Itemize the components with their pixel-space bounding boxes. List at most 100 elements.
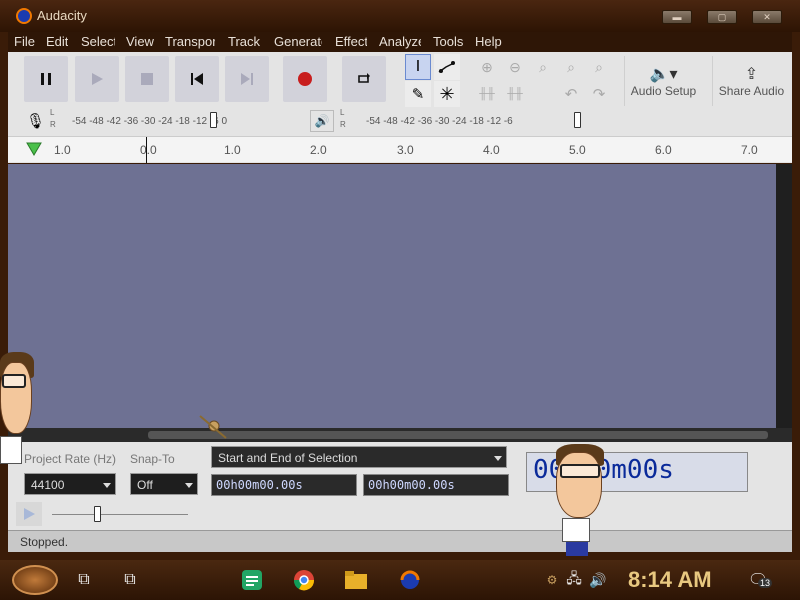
- undo-button[interactable]: ↶: [558, 81, 584, 107]
- speaker-icon: 🔈▾: [649, 66, 678, 83]
- multi-tool[interactable]: ✳: [434, 81, 460, 107]
- virtual-desktop-button[interactable]: ⧉: [118, 568, 142, 592]
- close-button[interactable]: ✕: [752, 10, 782, 24]
- scroll-thumb[interactable]: [148, 431, 768, 439]
- network-button[interactable]: 🖧: [562, 568, 586, 592]
- menu-file[interactable]: File: [14, 34, 42, 49]
- pause-icon: [41, 73, 51, 85]
- menu-analyze[interactable]: Analyze: [379, 34, 421, 49]
- volume-button[interactable]: 🔊: [586, 568, 610, 592]
- audacity-logo-icon: [16, 8, 32, 24]
- speaker-icon: 🔊: [314, 114, 330, 128]
- snap-to-select[interactable]: Off: [130, 473, 198, 495]
- horizontal-scrollbar[interactable]: [8, 428, 792, 442]
- title-bar: Audacity ▬ ▢ ✕: [0, 0, 800, 32]
- task-view-icon: ⧉: [78, 571, 90, 588]
- tick-label: 2.0: [310, 143, 327, 157]
- menu-generate[interactable]: Generate: [274, 34, 322, 49]
- maximize-button[interactable]: ▢: [707, 10, 737, 24]
- snap-to-label: Snap-To: [130, 452, 175, 466]
- skip-start-button[interactable]: [175, 56, 219, 102]
- play-at-speed-button[interactable]: [16, 502, 42, 526]
- file-explorer-button[interactable]: [344, 568, 368, 592]
- selection-start-time[interactable]: 00h00m00.00s: [211, 474, 357, 496]
- system-clock[interactable]: 8:14 AM: [628, 567, 712, 593]
- sheets-icon: [242, 570, 262, 590]
- menu-edit[interactable]: Edit: [46, 34, 68, 49]
- zoom-in-icon: ⊕: [481, 58, 493, 75]
- selection-tool[interactable]: I: [405, 54, 431, 80]
- zoom-out-button[interactable]: ⊖: [502, 54, 528, 80]
- zoom-in-button[interactable]: ⊕: [474, 54, 500, 80]
- task-view-button[interactable]: ⧉: [72, 568, 96, 592]
- menu-view[interactable]: View: [126, 34, 156, 49]
- desktop-icon: ⧉: [124, 571, 136, 588]
- menu-effect[interactable]: Effect: [335, 34, 367, 49]
- selection-mode-value: Start and End of Selection: [218, 451, 358, 465]
- snap-to-value: Off: [137, 478, 153, 492]
- skip-end-button[interactable]: [225, 56, 269, 102]
- tick-label: 4.0: [483, 143, 500, 157]
- playback-meter-button[interactable]: 🔊: [310, 110, 334, 132]
- zoom-toggle-icon: ⌕: [595, 58, 603, 75]
- stop-button[interactable]: [125, 56, 169, 102]
- timeline-ruler[interactable]: 1.0 0.0 1.0 2.0 3.0 4.0 5.0 6.0 7.0: [8, 136, 792, 163]
- vertical-scrollbar[interactable]: [776, 164, 792, 430]
- menu-track[interactable]: Track: [228, 34, 268, 49]
- sheets-app-button[interactable]: [240, 568, 264, 592]
- menu-help[interactable]: Help: [475, 34, 515, 49]
- menu-bar: File Edit Select View Transport Track Ge…: [8, 32, 792, 52]
- redo-button[interactable]: ↷: [586, 81, 612, 107]
- selection-end-time[interactable]: 00h00m00.00s: [363, 474, 509, 496]
- minimize-button[interactable]: ▬: [662, 10, 692, 24]
- fit-project-icon: ⌕: [567, 58, 575, 75]
- play-icon: [92, 73, 103, 85]
- menu-transport[interactable]: Transport: [165, 34, 215, 49]
- audio-setup-button[interactable]: 🔈▾ Audio Setup: [624, 56, 702, 106]
- tick-label: 7.0: [741, 143, 758, 157]
- volume-icon: 🔊: [589, 571, 607, 588]
- playback-speed-slider[interactable]: [94, 506, 101, 522]
- microphone-icon[interactable]: 🎙: [26, 112, 45, 130]
- draw-tool[interactable]: ✎: [405, 81, 431, 107]
- audacity-logo-icon: [400, 570, 420, 589]
- toolbar-panel: I ✎ ✳ ⊕ ⊖ ⌕ ⌕ ⌕ ╫╫ ╫╫ ↶ ↷ 🔈▾ Audio Setup…: [8, 52, 792, 163]
- record-button[interactable]: [283, 56, 327, 102]
- notification-button[interactable]: 🗨 13: [746, 568, 773, 592]
- pause-button[interactable]: [24, 56, 68, 102]
- share-audio-button[interactable]: ⇪ Share Audio: [712, 56, 790, 106]
- play-button[interactable]: [75, 56, 119, 102]
- chrome-icon: [293, 570, 315, 591]
- track-panel[interactable]: [8, 164, 776, 428]
- play-meter-right-label: R: [340, 120, 346, 129]
- menu-tools[interactable]: Tools: [433, 34, 465, 49]
- selection-mode-select[interactable]: Start and End of Selection: [211, 446, 507, 468]
- envelope-tool[interactable]: [434, 54, 460, 80]
- record-volume-slider[interactable]: [210, 112, 217, 128]
- loop-button[interactable]: [342, 56, 386, 102]
- fit-selection-button[interactable]: ⌕: [530, 54, 556, 80]
- chevron-down-icon: [103, 483, 111, 488]
- project-rate-label: Project Rate (Hz): [24, 452, 117, 466]
- fit-project-button[interactable]: ⌕: [558, 54, 584, 80]
- tick-label: 1.0: [224, 143, 241, 157]
- playback-volume-slider[interactable]: [574, 112, 581, 128]
- i-beam-icon: I: [415, 58, 421, 75]
- silence-audio-icon: ╫╫: [507, 88, 523, 100]
- status-text: Stopped.: [20, 535, 69, 549]
- menu-select[interactable]: Select: [81, 34, 115, 49]
- pencil-icon: ✎: [411, 86, 425, 103]
- play-head-triangle-icon[interactable]: [26, 141, 44, 157]
- zoom-toggle-button[interactable]: ⌕: [586, 54, 612, 80]
- start-button[interactable]: [12, 565, 58, 595]
- playback-speed-track[interactable]: [52, 514, 188, 515]
- trim-audio-icon: ╫╫: [479, 88, 495, 100]
- selection-toolbar: Project Rate (Hz) 44100 Snap-To Off Star…: [8, 442, 792, 530]
- chrome-button[interactable]: [292, 568, 316, 592]
- trim-button[interactable]: ╫╫: [474, 81, 500, 107]
- notification-count: 13: [758, 578, 773, 588]
- audacity-taskbar-button[interactable]: [398, 568, 422, 592]
- silence-button[interactable]: ╫╫: [502, 81, 528, 107]
- tray-overflow-button[interactable]: ⚙: [540, 568, 564, 592]
- project-rate-select[interactable]: 44100: [24, 473, 116, 495]
